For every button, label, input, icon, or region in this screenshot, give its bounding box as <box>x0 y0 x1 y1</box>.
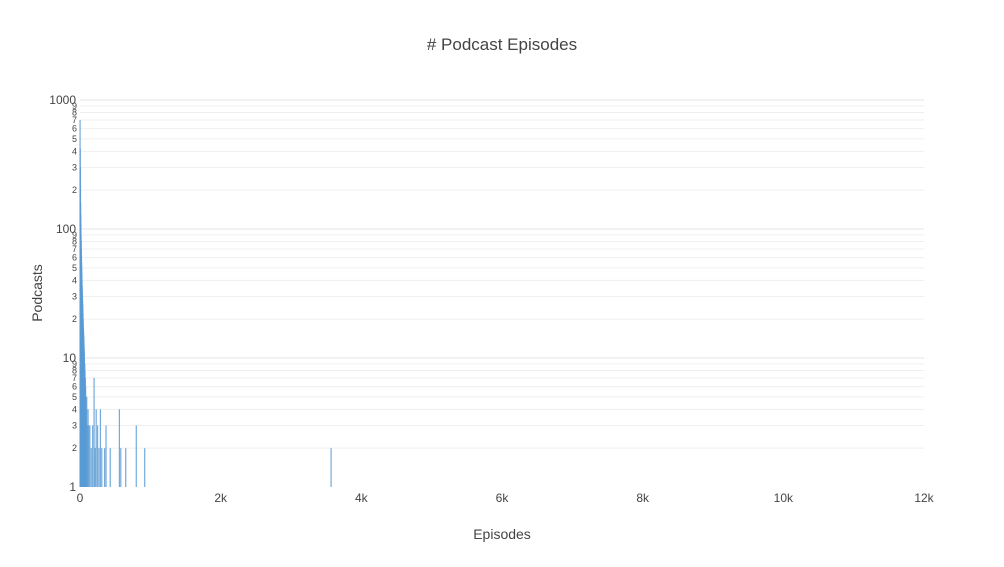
y-minor-tick-label: 3 <box>72 420 77 430</box>
x-tick-label: 2k <box>214 491 228 505</box>
bar <box>98 448 100 487</box>
bar <box>144 448 146 487</box>
bar <box>88 425 90 487</box>
bar <box>118 409 120 487</box>
bar <box>120 448 122 487</box>
bar <box>95 409 97 487</box>
y-minor-tick-label: 6 <box>72 124 77 134</box>
y-minor-tick-label: 4 <box>72 146 77 156</box>
x-tick-label: 10k <box>774 491 794 505</box>
bar <box>135 425 137 487</box>
x-tick-label: 8k <box>636 491 650 505</box>
bar <box>125 448 127 487</box>
y-minor-tick-label: 6 <box>72 253 77 263</box>
y-minor-tick-label: 5 <box>72 263 77 273</box>
y-tick-label: 1 <box>69 480 76 494</box>
y-minor-tick-label: 2 <box>72 185 77 195</box>
y-minor-tick-label: 9 <box>72 359 77 369</box>
y-minor-tick-label: 9 <box>72 230 77 240</box>
y-axis-title: Podcasts <box>29 264 45 322</box>
y-minor-tick-label: 2 <box>72 443 77 453</box>
bar <box>89 425 91 487</box>
bar <box>104 448 106 487</box>
x-tick-label: 4k <box>355 491 369 505</box>
bars-layer <box>79 119 332 488</box>
bar <box>92 425 94 487</box>
bar <box>109 448 111 487</box>
y-minor-tick-label: 5 <box>72 392 77 402</box>
y-minor-tick-label: 9 <box>72 101 77 111</box>
y-minor-tick-label: 4 <box>72 275 77 285</box>
x-tick-label: 0 <box>77 491 84 505</box>
y-minor-tick-label: 6 <box>72 382 77 392</box>
x-tick-label: 12k <box>914 491 934 505</box>
bar <box>101 448 103 487</box>
x-axis-ticks: 0 2k 4k 6k 8k 10k 12k <box>77 491 935 505</box>
y-minor-tick-label: 5 <box>72 134 77 144</box>
bar <box>90 448 92 487</box>
bar <box>99 409 101 487</box>
bar <box>96 425 99 487</box>
bar <box>94 448 96 487</box>
bar <box>330 448 332 487</box>
grid-lines <box>80 99 924 449</box>
y-minor-tick-label: 3 <box>72 162 77 172</box>
x-tick-label: 6k <box>496 491 510 505</box>
y-minor-tick-label: 2 <box>72 314 77 324</box>
y-axis-ticks: 1101001000234567892345678923456789 <box>49 93 77 494</box>
bar <box>93 377 95 487</box>
chart-title: # Podcast Episodes <box>427 35 577 54</box>
y-minor-tick-label: 3 <box>72 291 77 301</box>
bar <box>105 425 107 487</box>
x-axis-title: Episodes <box>473 526 531 542</box>
y-minor-tick-label: 4 <box>72 404 77 414</box>
podcast-episodes-chart: # Podcast Episodes 110100100023456789234… <box>29 35 935 542</box>
